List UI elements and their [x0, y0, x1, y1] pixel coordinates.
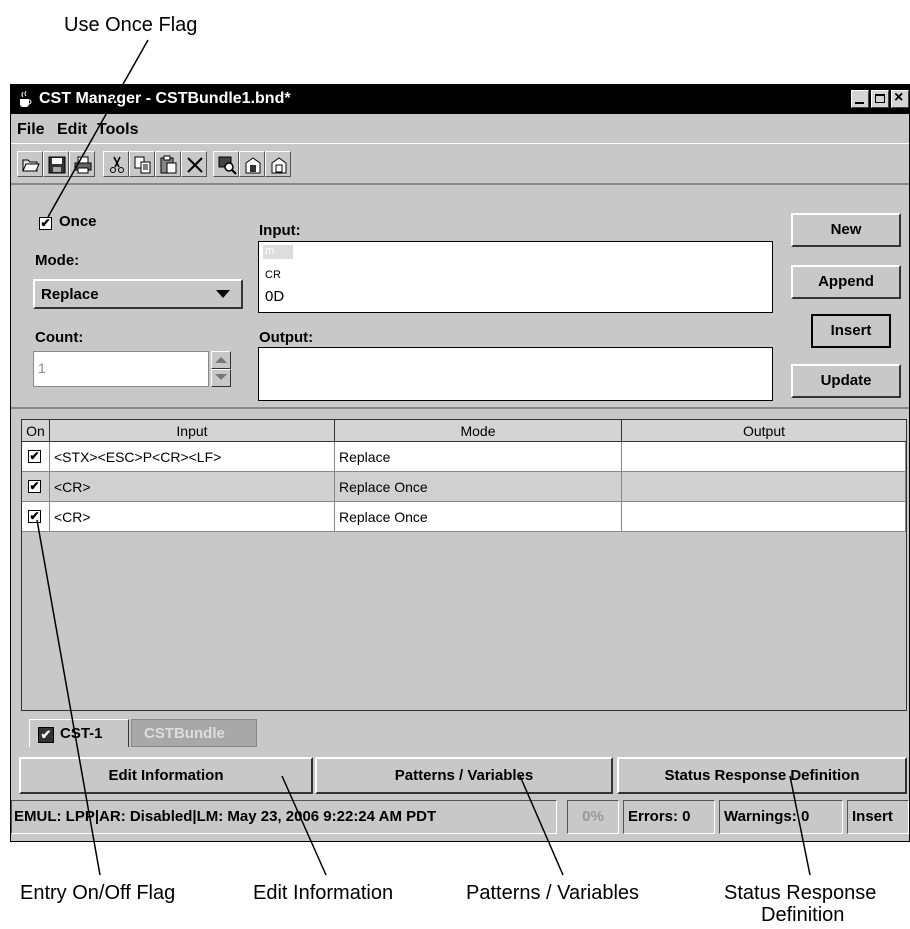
leader-use-once-flag	[47, 39, 149, 218]
leader-status-response	[789, 775, 811, 876]
leader-edit-information	[281, 775, 327, 876]
leader-entry-on-off-flag	[36, 519, 101, 876]
callout-leader-lines	[36, 39, 811, 876]
leader-patterns-variables	[519, 775, 564, 876]
